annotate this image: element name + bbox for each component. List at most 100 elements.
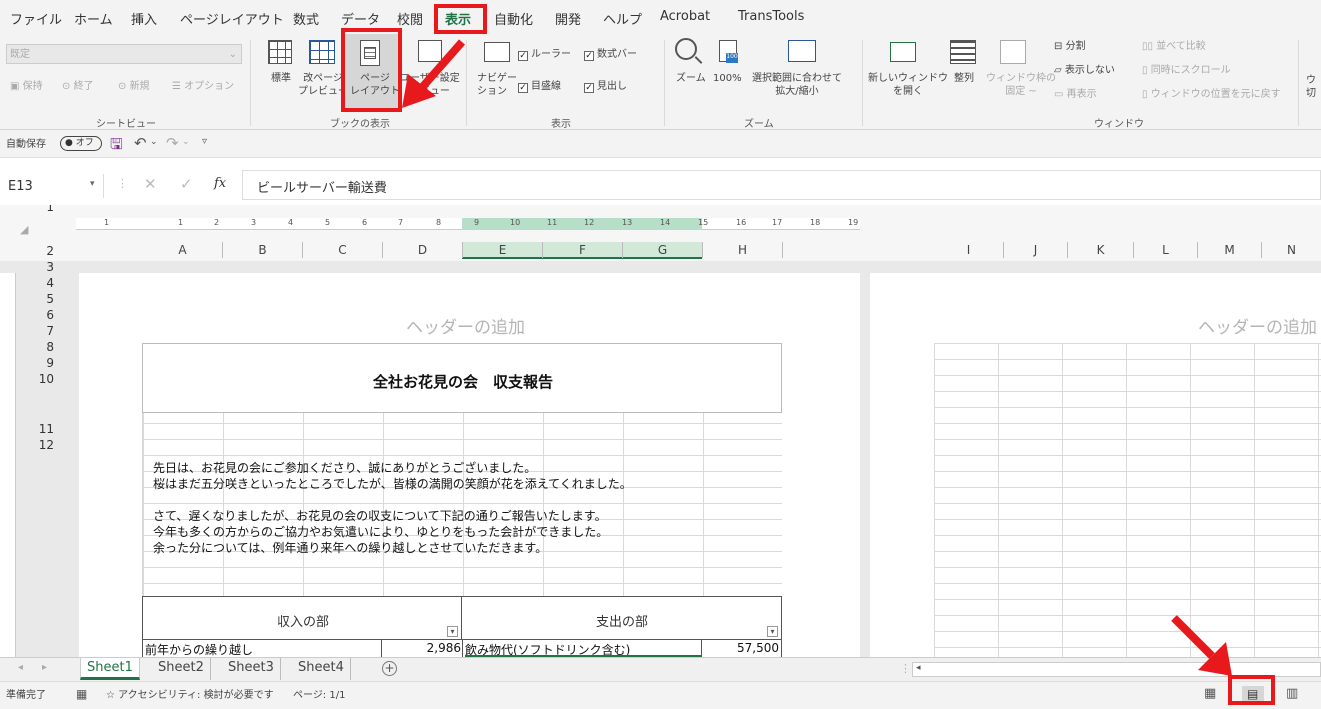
header-placeholder-2[interactable]: ヘッダーの追加 [1198, 313, 1317, 338]
reset-window-position-button[interactable]: ▯ ウィンドウの位置を元に戻す [1142, 88, 1281, 101]
menu-home[interactable]: ホーム [74, 9, 113, 28]
arrange-button[interactable]: 整列 [954, 72, 974, 85]
row-header[interactable]: 5 [20, 292, 56, 306]
income-header-cell[interactable]: 収入の部 ▾ [142, 596, 462, 640]
message-line-5[interactable]: 余った分については、例年通り来年への繰り越しとさせていただきます。 [153, 539, 547, 556]
navigation-icon[interactable] [484, 42, 510, 62]
chevron-down-icon[interactable]: ▾ [90, 179, 95, 189]
zoom-button[interactable]: ズーム [676, 72, 706, 85]
menu-acrobat[interactable]: Acrobat [660, 9, 710, 24]
expense-amount[interactable]: 57,500 [703, 641, 779, 655]
column-header[interactable]: C [303, 242, 383, 258]
column-header[interactable]: L [1134, 242, 1198, 258]
message-line-3[interactable]: さて、遅くなりましたが、お花見の会の収支について下記の通りご報告いたします。 [153, 507, 607, 524]
tab-sheet4[interactable]: Sheet4 [292, 658, 351, 680]
menu-insert[interactable]: 挿入 [131, 9, 157, 28]
split-button[interactable]: ⊟ 分割 [1054, 40, 1086, 53]
hide-button[interactable]: ▱ 表示しない [1054, 64, 1115, 77]
redo-dropdown-icon[interactable]: ⌄ [182, 137, 190, 147]
unhide-button[interactable]: ▭ 再表示 [1054, 88, 1097, 101]
formula-input[interactable]: ビールサーバー輸送費 [242, 170, 1321, 200]
zoom-100-button[interactable]: 100% [713, 72, 742, 85]
row-header[interactable]: 4 [20, 276, 56, 290]
menu-formulas[interactable]: 数式 [293, 9, 319, 28]
sheet-area[interactable]: ◢ 1 1 2 3 4 5 6 7 8 9 10 11 12 13 14 15 16 17 18 19 ABCDEFG… [0, 205, 1321, 657]
switch-window-button[interactable]: ウ 切 [1306, 74, 1316, 100]
menu-data[interactable]: データ [341, 9, 380, 28]
income-amount[interactable]: 2,986 [383, 641, 461, 655]
formula-bar-checkbox[interactable]: ✓ 数式バー [584, 48, 637, 61]
message-line-1[interactable]: 先日は、お花見の会にご参加くださり、誠にありがとうございました。 [153, 459, 536, 476]
redo-icon[interactable]: ↷ [166, 134, 179, 152]
menu-review[interactable]: 校閲 [397, 9, 423, 28]
sheet-view-new[interactable]: ⊙ 新規 [118, 80, 150, 93]
menu-file[interactable]: ファイル [10, 9, 62, 28]
menu-developer[interactable]: 開発 [555, 9, 581, 28]
page-break-status-icon[interactable]: ▥ [1286, 686, 1298, 701]
zoom-selection-button[interactable]: 選択範囲に合わせて 拡大/縮小 [752, 72, 842, 98]
row-header[interactable]: 9 [20, 356, 56, 370]
macro-record-icon[interactable]: ▦ [76, 687, 87, 701]
side-by-side-button[interactable]: ▯▯ 並べて比較 [1142, 40, 1206, 53]
sheet-view-exit[interactable]: ⊙ 終了 [62, 80, 94, 93]
row-header[interactable]: 3 [20, 260, 56, 274]
navigation-button[interactable]: ナビゲー ション [477, 72, 517, 98]
autosave-toggle[interactable]: ● オフ [60, 136, 102, 151]
menu-transtools[interactable]: TransTools [738, 9, 804, 24]
column-header[interactable]: H [703, 242, 783, 258]
tab-sheet3[interactable]: Sheet3 [222, 658, 281, 680]
column-header[interactable]: B [223, 242, 303, 258]
ruler-checkbox[interactable]: ✓ ルーラー [518, 48, 571, 61]
normal-view-status-icon[interactable]: ▦ [1204, 686, 1216, 701]
column-header[interactable]: D [383, 242, 463, 258]
menu-page-layout[interactable]: ページレイアウト [180, 9, 284, 28]
tab-sheet1[interactable]: Sheet1 [80, 658, 140, 680]
undo-dropdown-icon[interactable]: ⌄ [150, 137, 158, 147]
row-header[interactable]: 8 [20, 340, 56, 354]
new-window-button[interactable]: 新しいウィンドウ を開く [868, 72, 948, 98]
row-header[interactable]: 10 [20, 372, 56, 386]
normal-view-icon[interactable] [268, 40, 292, 64]
column-header[interactable]: F [543, 242, 623, 258]
row-header[interactable]: 6 [20, 308, 56, 322]
menu-automate[interactable]: 自動化 [494, 9, 533, 28]
new-window-icon[interactable] [890, 42, 916, 62]
row-header[interactable]: 12 [20, 438, 56, 452]
cell-grid-2[interactable] [934, 343, 1321, 657]
insert-function-button[interactable]: fx [214, 176, 226, 191]
title-cell[interactable]: 全社お花見の会 収支報告 [142, 343, 782, 413]
row-header[interactable]: 11 [20, 422, 56, 436]
income-item[interactable]: 前年からの繰り越し [145, 641, 253, 657]
sheet-view-options[interactable]: ☰ オプション [172, 80, 234, 93]
save-icon[interactable]: 🖫 [110, 134, 123, 159]
message-line-2[interactable]: 桜はまだ五分咲きといったところでしたが、皆様の満開の笑顔が花を添えてくれました。 [153, 475, 632, 492]
name-box[interactable]: E13 ▾ [4, 174, 104, 198]
select-all-icon[interactable]: ◢ [20, 223, 28, 236]
column-header[interactable]: A [143, 242, 223, 258]
column-header[interactable]: E [463, 242, 543, 258]
prev-sheet-icon[interactable]: ◂ [18, 662, 23, 673]
scroll-left-icon[interactable]: ◂ [916, 663, 921, 673]
column-header[interactable]: K [1068, 242, 1134, 258]
column-header[interactable]: N [1262, 242, 1321, 258]
row-header[interactable]: 1 [20, 205, 56, 214]
column-header[interactable]: I [934, 242, 1004, 258]
menu-help[interactable]: ヘルプ [603, 9, 642, 28]
tab-sheet2[interactable]: Sheet2 [152, 658, 211, 680]
freeze-panes-icon[interactable] [1000, 40, 1026, 64]
headings-checkbox[interactable]: ✓ 見出し [584, 80, 627, 93]
filter-dropdown-icon[interactable]: ▾ [767, 626, 778, 637]
next-sheet-icon[interactable]: ▸ [42, 662, 47, 673]
zoom-100-icon[interactable]: 100 [719, 40, 738, 63]
sheet-view-dropdown[interactable]: 既定 ⌄ [6, 44, 242, 64]
gridlines-checkbox[interactable]: ✓ 目盛線 [518, 80, 561, 93]
cancel-icon[interactable]: ✕ [144, 175, 157, 193]
freeze-panes-button[interactable]: ウィンドウ枠の 固定 ~ [986, 72, 1056, 98]
expense-header-cell[interactable]: 支出の部 ▾ [462, 596, 782, 640]
undo-icon[interactable]: ↶ [134, 134, 147, 152]
customize-qat-icon[interactable]: ▿ [202, 136, 207, 147]
normal-view-button[interactable]: 標準 [271, 72, 291, 85]
zoom-selection-icon[interactable] [788, 40, 816, 62]
column-header[interactable]: J [1004, 242, 1068, 258]
enter-icon[interactable]: ✓ [180, 175, 193, 193]
